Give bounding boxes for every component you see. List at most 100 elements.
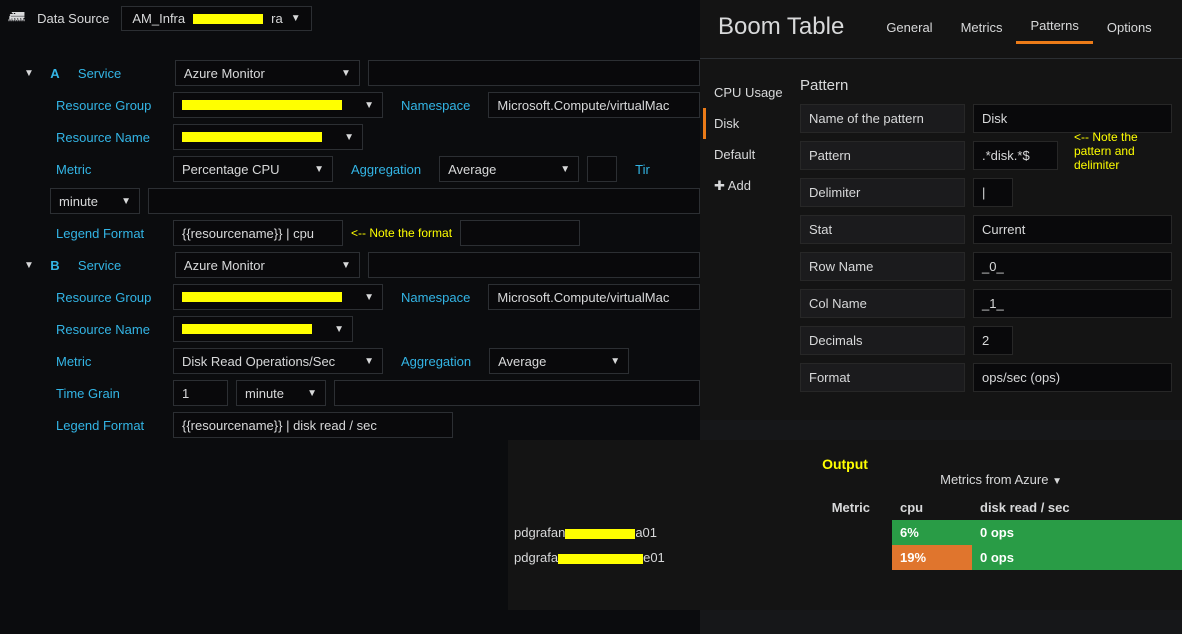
collapse-toggle[interactable]: ▼ xyxy=(20,260,38,271)
delimiter-input[interactable]: | xyxy=(973,178,1013,207)
timegrain-label: Time Grain xyxy=(50,386,165,401)
chevron-down-icon: ▼ xyxy=(291,13,301,24)
timegrain-label-short: Tir xyxy=(625,162,660,177)
rowname-label: Row Name xyxy=(800,252,965,281)
service-select[interactable]: Azure Monitor▼ xyxy=(175,60,360,86)
namespace-label: Namespace xyxy=(391,290,480,305)
pattern-item-cpu[interactable]: CPU Usage xyxy=(714,77,786,108)
table-row: pdgrafae01 19% 0 ops xyxy=(508,545,1182,570)
empty-field[interactable] xyxy=(148,188,700,214)
resource-group-select[interactable]: ▼ xyxy=(173,92,383,118)
th-cpu: cpu xyxy=(892,495,972,520)
aggregation-label: Aggregation xyxy=(391,354,481,369)
rowname-input[interactable]: _0_ xyxy=(973,252,1172,281)
boom-header: Boom Table General Metrics Patterns Opti… xyxy=(700,0,1182,59)
aggregation-label: Aggregation xyxy=(341,162,431,177)
pattern-input[interactable]: .*disk.*$ xyxy=(973,141,1058,170)
redacted-block xyxy=(182,324,312,334)
name-input[interactable]: Disk xyxy=(973,104,1172,133)
tab-general[interactable]: General xyxy=(872,12,946,43)
empty-field[interactable] xyxy=(368,60,700,86)
th-disk: disk read / sec xyxy=(972,495,1182,520)
query-letter-b: B xyxy=(46,258,64,273)
cell-cpu: 6% xyxy=(892,520,972,545)
format-label: Format xyxy=(800,363,965,392)
resource-name-select[interactable]: ▼ xyxy=(173,124,363,150)
namespace-label: Namespace xyxy=(391,98,480,113)
output-panel: Output Metrics from Azure ▼ Metric cpu d… xyxy=(508,440,1182,610)
empty-field[interactable] xyxy=(334,380,700,406)
timegrain-units[interactable]: minute▼ xyxy=(236,380,326,406)
resource-name-select[interactable]: ▼ xyxy=(173,316,353,342)
timegrain-value[interactable]: 1 xyxy=(173,380,228,406)
colname-label: Col Name xyxy=(800,289,965,318)
redacted-block xyxy=(565,529,635,539)
decimals-input[interactable]: 2 xyxy=(973,326,1013,355)
datasource-value-prefix: AM_Infra xyxy=(132,11,185,26)
th-metric: Metric xyxy=(508,495,892,520)
colname-input[interactable]: _1_ xyxy=(973,289,1172,318)
table-header: Metric cpu disk read / sec xyxy=(508,495,1182,520)
redacted-block xyxy=(182,292,342,302)
empty-field[interactable] xyxy=(368,252,700,278)
pattern-item-default[interactable]: Default xyxy=(714,139,786,170)
service-label: Service xyxy=(72,66,167,81)
query-letter-a: A xyxy=(46,66,64,81)
chevron-down-icon: ▼ xyxy=(341,68,351,79)
stat-input[interactable]: Current xyxy=(973,215,1172,244)
redacted-block xyxy=(182,132,322,142)
cell-metric: pdgrafana01 xyxy=(508,520,892,545)
legend-format-label: Legend Format xyxy=(50,418,165,433)
cell-metric: pdgrafae01 xyxy=(508,545,892,570)
metric-select[interactable]: Disk Read Operations/Sec▼ xyxy=(173,348,383,374)
datasource-row: 🛲 Data Source AM_Infra ra ▼ xyxy=(0,0,700,37)
timegrain-units[interactable]: minute▼ xyxy=(50,188,140,214)
pattern-form-title: Pattern xyxy=(800,77,1172,100)
redacted-block xyxy=(193,14,263,24)
pattern-item-add[interactable]: ✚ Add xyxy=(714,170,786,202)
pattern-form: Pattern Name of the pattern Disk Pattern.… xyxy=(800,77,1182,396)
empty-field[interactable] xyxy=(460,220,580,246)
datasource-select[interactable]: AM_Infra ra ▼ xyxy=(121,6,311,31)
metric-select[interactable]: Percentage CPU▼ xyxy=(173,156,333,182)
namespace-select[interactable]: Microsoft.Compute/virtualMac xyxy=(488,284,700,310)
cell-cpu: 19% xyxy=(892,545,972,570)
metric-label: Metric xyxy=(50,354,165,369)
aggregation-select[interactable]: Average▼ xyxy=(439,156,579,182)
chevron-down-icon: ▼ xyxy=(364,100,374,111)
tab-metrics[interactable]: Metrics xyxy=(947,12,1017,43)
pattern-list: CPU Usage Disk Default ✚ Add xyxy=(700,77,800,396)
output-title: Output xyxy=(508,440,1182,472)
output-table: Metric cpu disk read / sec pdgrafana01 6… xyxy=(508,495,1182,570)
name-label: Name of the pattern xyxy=(800,104,965,133)
boom-table-panel: Boom Table General Metrics Patterns Opti… xyxy=(700,0,1182,420)
pattern-item-disk[interactable]: Disk xyxy=(703,108,786,139)
boom-body: CPU Usage Disk Default ✚ Add Pattern Nam… xyxy=(700,59,1182,396)
spacer-field[interactable] xyxy=(587,156,617,182)
legend-format-label: Legend Format xyxy=(50,226,165,241)
service-label: Service xyxy=(72,258,167,273)
pattern-label: Pattern xyxy=(800,141,965,170)
delimiter-label: Delimiter xyxy=(800,178,965,207)
aggregation-select[interactable]: Average▼ xyxy=(489,348,629,374)
format-input[interactable]: ops/sec (ops) xyxy=(973,363,1172,392)
query-b-header: ▼ B Service Azure Monitor▼ xyxy=(0,249,700,281)
service-select[interactable]: Azure Monitor▼ xyxy=(175,252,360,278)
cell-disk: 0 ops xyxy=(972,520,1182,545)
collapse-toggle[interactable]: ▼ xyxy=(20,68,38,79)
metric-label: Metric xyxy=(50,162,165,177)
tab-options[interactable]: Options xyxy=(1093,12,1166,43)
legend-format-input[interactable]: {{resourcename}} | cpu xyxy=(173,220,343,246)
table-row: pdgrafana01 6% 0 ops xyxy=(508,520,1182,545)
output-panel-title[interactable]: Metrics from Azure ▼ xyxy=(940,472,1062,487)
resource-group-label: Resource Group xyxy=(50,290,165,305)
redacted-block xyxy=(558,554,643,564)
tab-patterns[interactable]: Patterns xyxy=(1016,10,1092,44)
legend-format-input[interactable]: {{resourcename}} | disk read / sec xyxy=(173,412,453,438)
chevron-down-icon: ▼ xyxy=(1052,476,1062,487)
database-icon: 🛲 xyxy=(8,6,25,31)
resource-name-label: Resource Name xyxy=(50,322,165,337)
resource-group-select[interactable]: ▼ xyxy=(173,284,383,310)
namespace-select[interactable]: Microsoft.Compute/virtualMac xyxy=(488,92,700,118)
annotation-format: <-- Note the format xyxy=(351,226,452,240)
